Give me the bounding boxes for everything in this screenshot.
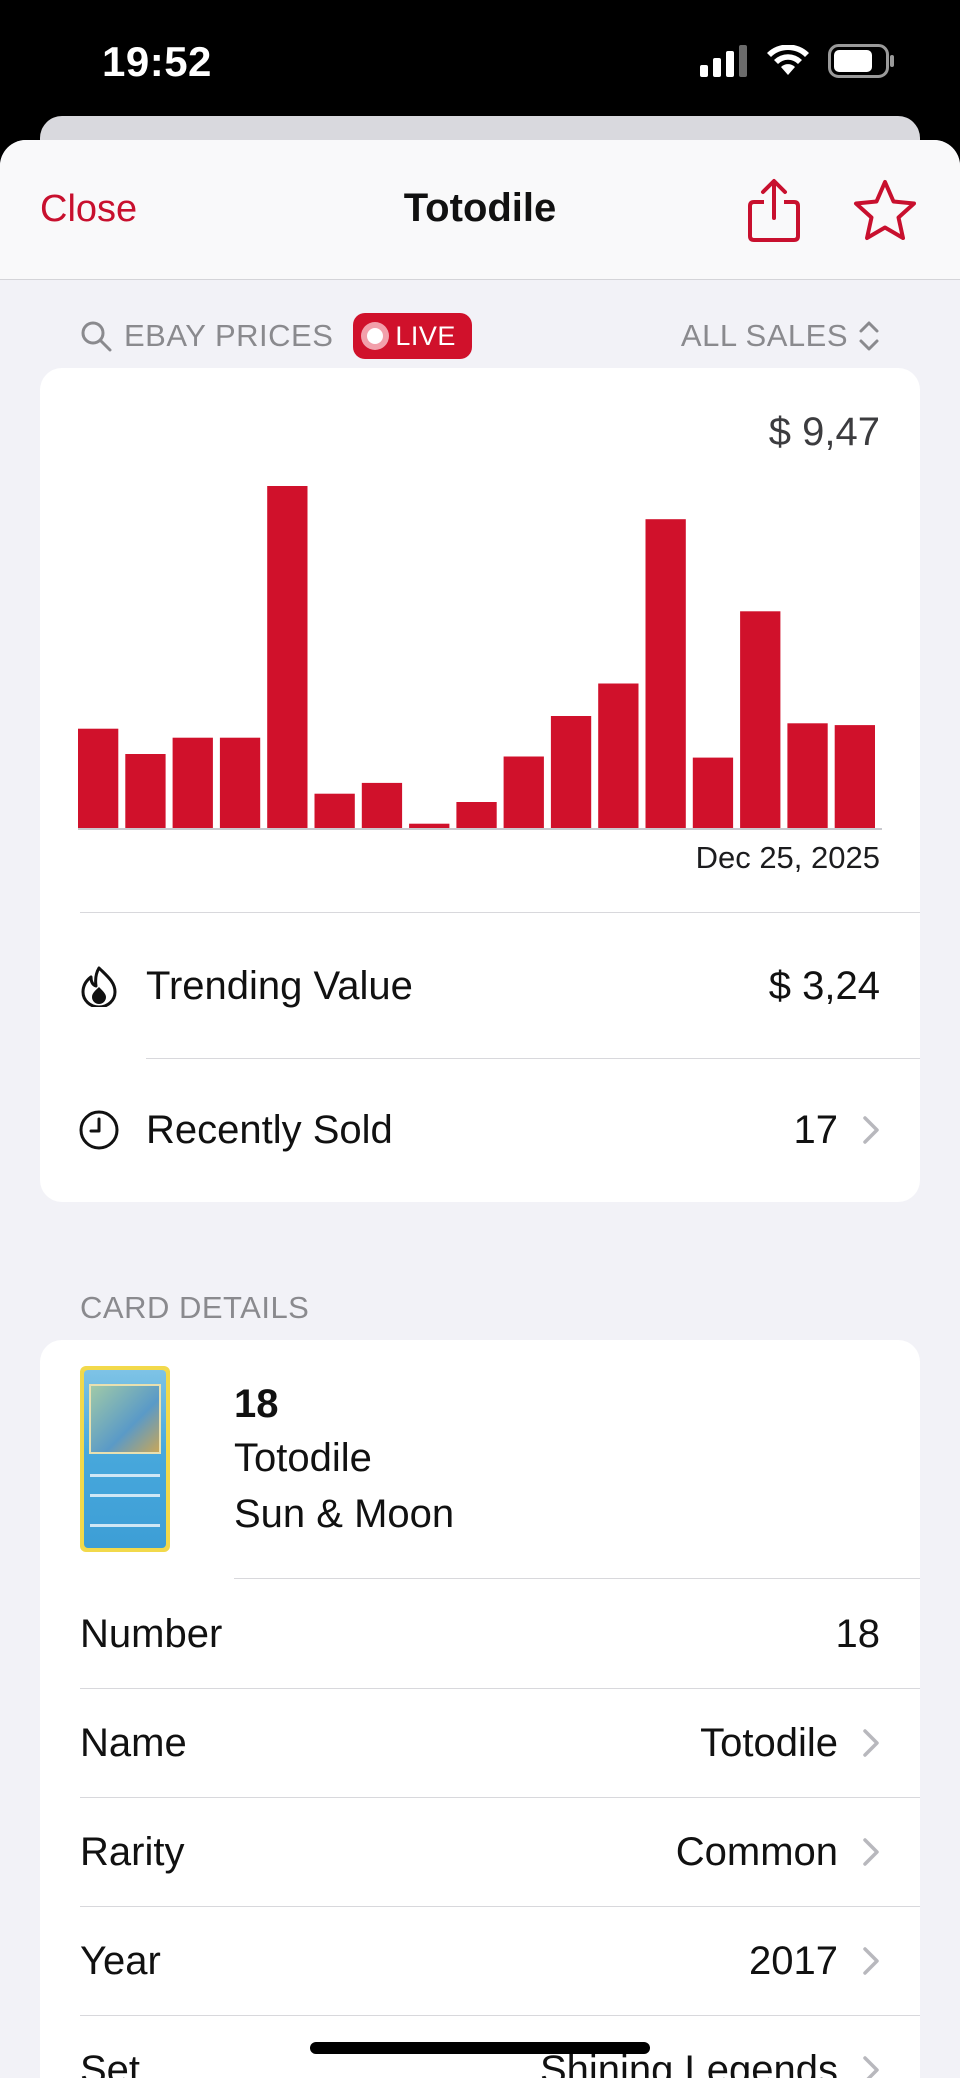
chart-bar (740, 611, 781, 828)
detail-label: Rarity (80, 1829, 185, 1874)
chart-bar (692, 757, 734, 828)
detail-label: Year (80, 1938, 161, 1983)
card-series-subtitle: Sun & Moon (234, 1492, 455, 1536)
ebay-prices-label: EBAY PRICES (124, 318, 334, 353)
chart-bar (503, 756, 544, 828)
card-name-subtitle: Totodile (234, 1436, 372, 1480)
trending-value-label: Trending Value (146, 963, 413, 1008)
chart-bar (550, 716, 592, 828)
detail-value: 18 (836, 1612, 881, 1657)
chevron-right-icon (863, 1729, 879, 1757)
detail-label: Number (80, 1611, 223, 1656)
card-thumbnail[interactable] (80, 1366, 170, 1552)
chart-bar (78, 728, 119, 828)
price-card: $ 9,47 Dec 25, 2025 Trending Value $ 3,2… (40, 368, 920, 1202)
card-details-header: CARD DETAILS (80, 1290, 310, 1325)
detail-value-text: 2017 (749, 1938, 838, 1983)
status-time: 19:52 (102, 38, 212, 85)
live-badge: LIVE (353, 313, 472, 359)
chart-bar (125, 754, 166, 828)
chart-max-price: $ 9,47 (768, 410, 880, 454)
chevron-right-icon (863, 1116, 879, 1144)
live-label: LIVE (395, 320, 456, 351)
sales-filter-select[interactable]: ALL SALES (681, 318, 880, 354)
home-indicator[interactable] (310, 2042, 650, 2054)
card-number-title: 18 (234, 1382, 279, 1426)
recently-sold-value: 17 (793, 1107, 839, 1152)
detail-value: Common (676, 1830, 880, 1875)
chevron-right-icon (863, 2056, 879, 2078)
price-history-chart[interactable] (78, 466, 882, 830)
search-icon (81, 321, 112, 352)
status-bar: 19:52 (0, 0, 960, 118)
chart-bar (409, 823, 450, 828)
chart-date-label: Dec 25, 2025 (695, 840, 880, 875)
chevron-up-down-icon (859, 321, 879, 351)
navigation-bar: Close Totodile (0, 140, 960, 280)
detail-value-text: Common (675, 1829, 838, 1874)
clock-icon (79, 1110, 119, 1150)
divider (80, 912, 920, 913)
detail-value: Totodile (700, 1721, 880, 1766)
status-icons (700, 44, 896, 78)
chart-bar (598, 683, 639, 828)
trending-value-text: $ 3,24 (768, 963, 880, 1008)
sales-filter-label: ALL SALES (680, 318, 848, 353)
recently-sold-label: Recently Sold (146, 1107, 393, 1152)
page-title: Totodile (403, 186, 557, 230)
chevron-right-icon (863, 1838, 879, 1866)
trending-value-amount: $ 3,24 (769, 964, 880, 1009)
chart-bar (834, 725, 875, 828)
card-detail-sheet: Close Totodile EBAY PRICES LIVE ALL SALE… (0, 140, 960, 2078)
detail-row-number: Number 18 (40, 1580, 920, 1688)
chart-bar (645, 519, 686, 828)
divider (234, 1578, 920, 1579)
recently-sold-count: 17 (794, 1108, 881, 1153)
detail-label: Set (80, 2047, 141, 2078)
chart-bar (314, 793, 355, 828)
flame-icon (81, 966, 117, 1007)
favorite-star-icon[interactable] (852, 178, 918, 244)
card-details-card: 18 Totodile Sun & Moon Number 18 Name To… (40, 1340, 920, 2078)
cellular-signal-icon (700, 45, 747, 77)
chart-bar (787, 723, 828, 828)
live-indicator-icon (361, 322, 390, 350)
card-artwork (84, 1370, 166, 1548)
detail-row-name[interactable]: Name Totodile (40, 1689, 920, 1797)
battery-icon (828, 44, 894, 78)
ebay-prices-header: EBAY PRICES LIVE ALL SALES (80, 312, 880, 360)
trending-value-row: Trending Value $ 3,24 (40, 916, 920, 1056)
detail-row-year[interactable]: Year 2017 (40, 1907, 920, 2015)
detail-value: 2017 (749, 1939, 880, 1984)
detail-label: Name (80, 1720, 187, 1765)
chart-bar (219, 737, 261, 828)
detail-value-text: 18 (835, 1611, 881, 1656)
chart-bar (172, 737, 213, 828)
chart-bar (456, 802, 497, 828)
chart-bar (267, 486, 308, 828)
wifi-icon (767, 45, 809, 75)
divider (146, 1058, 920, 1059)
chevron-right-icon (863, 1947, 879, 1975)
detail-value-text: Totodile (700, 1720, 838, 1765)
recently-sold-row[interactable]: Recently Sold 17 (40, 1060, 920, 1200)
share-icon[interactable] (746, 178, 802, 244)
chart-bar (361, 782, 403, 828)
detail-row-rarity[interactable]: Rarity Common (40, 1798, 920, 1906)
